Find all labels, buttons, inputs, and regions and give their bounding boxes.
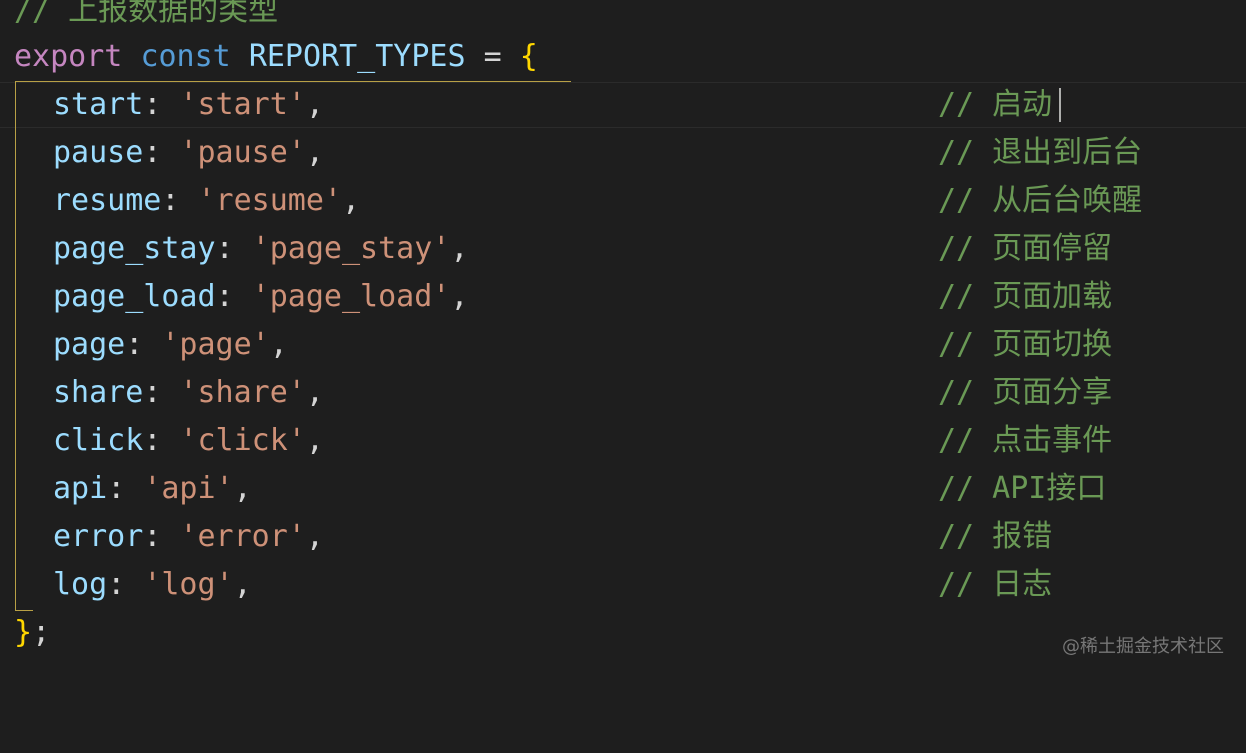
property-key: page_stay	[53, 231, 216, 266]
property-key: log	[53, 567, 108, 602]
colon: :	[143, 87, 180, 122]
colon: :	[107, 471, 144, 506]
inline-comment: // 页面停留	[938, 231, 1113, 266]
code-line-entry: pause: 'pause', // 退出到后台	[0, 129, 1246, 177]
code-line-entry: resume: 'resume', // 从后台唤醒	[0, 177, 1246, 225]
inline-comment: // 页面加载	[938, 279, 1113, 314]
code-editor[interactable]: // 上报数据的类型 export const REPORT_TYPES = {…	[0, 0, 1246, 682]
watermark: @稀土掘金技术社区	[1062, 636, 1224, 657]
assign-operator: =	[465, 39, 520, 74]
colon: :	[107, 567, 144, 602]
colon: :	[161, 183, 198, 218]
string-value: 'api'	[143, 471, 234, 506]
inline-comment: // 日志	[938, 567, 1053, 602]
string-value: 'pause'	[179, 135, 306, 170]
code-line-entry: page_load: 'page_load', // 页面加载	[0, 273, 1246, 321]
semicolon: ;	[32, 615, 51, 650]
comma: ,	[305, 87, 324, 122]
code-line-entry: page_stay: 'page_stay', // 页面停留	[0, 225, 1246, 273]
string-value: 'log'	[143, 567, 234, 602]
string-value: 'page'	[161, 327, 270, 362]
const-keyword: const	[140, 39, 231, 74]
comma: ,	[233, 471, 252, 506]
comma: ,	[233, 567, 252, 602]
string-value: 'page_load'	[251, 279, 451, 314]
property-key: pause	[53, 135, 144, 170]
code-line-closing: };	[0, 609, 1246, 657]
colon: :	[143, 375, 180, 410]
inline-comment: // 从后台唤醒	[938, 183, 1143, 218]
code-line-entry: error: 'error', // 报错	[0, 513, 1246, 561]
close-brace: }	[14, 615, 33, 650]
string-value: 'resume'	[197, 183, 343, 218]
property-key: error	[53, 519, 144, 554]
colon: :	[215, 279, 252, 314]
property-key: page_load	[53, 279, 216, 314]
comma: ,	[450, 279, 469, 314]
code-line-entry: page: 'page', // 页面切换	[0, 321, 1246, 369]
property-key: start	[53, 87, 144, 122]
string-value: 'start'	[179, 87, 306, 122]
comma: ,	[450, 231, 469, 266]
text-cursor	[1059, 88, 1061, 122]
string-value: 'click'	[179, 423, 306, 458]
code-line-declaration: export const REPORT_TYPES = {	[0, 33, 1246, 81]
colon: :	[143, 135, 180, 170]
inline-comment: // 点击事件	[938, 423, 1113, 458]
inline-comment: // 报错	[938, 519, 1053, 554]
property-key: click	[53, 423, 144, 458]
colon: :	[125, 327, 162, 362]
comma: ,	[342, 183, 361, 218]
string-value: 'share'	[179, 375, 306, 410]
code-line-entry: click: 'click', // 点击事件	[0, 417, 1246, 465]
comma: ,	[305, 423, 324, 458]
constant-name: REPORT_TYPES	[248, 39, 466, 74]
comma: ,	[305, 375, 324, 410]
colon: :	[215, 231, 252, 266]
property-key: resume	[53, 183, 162, 218]
open-brace: {	[519, 39, 538, 74]
comma: ,	[269, 327, 288, 362]
inline-comment: // 启动	[938, 87, 1053, 122]
code-line-comment: // 上报数据的类型	[0, 0, 1246, 35]
code-line-entry: api: 'api', // API接口	[0, 465, 1246, 513]
property-key: page	[53, 327, 126, 362]
string-value: 'error'	[179, 519, 306, 554]
comma: ,	[305, 135, 324, 170]
inline-comment: // 退出到后台	[938, 135, 1143, 170]
inline-comment: // 页面分享	[938, 375, 1113, 410]
colon: :	[143, 519, 180, 554]
code-line-entry: share: 'share', // 页面分享	[0, 369, 1246, 417]
property-key: share	[53, 375, 144, 410]
string-value: 'page_stay'	[251, 231, 451, 266]
property-key: api	[53, 471, 108, 506]
export-keyword: export	[14, 39, 123, 74]
inline-comment: // 页面切换	[938, 327, 1113, 362]
header-comment: // 上报数据的类型	[14, 0, 279, 28]
inline-comment: // API接口	[938, 471, 1107, 506]
comma: ,	[305, 519, 324, 554]
code-line-entry: log: 'log', // 日志	[0, 561, 1246, 609]
colon: :	[143, 423, 180, 458]
